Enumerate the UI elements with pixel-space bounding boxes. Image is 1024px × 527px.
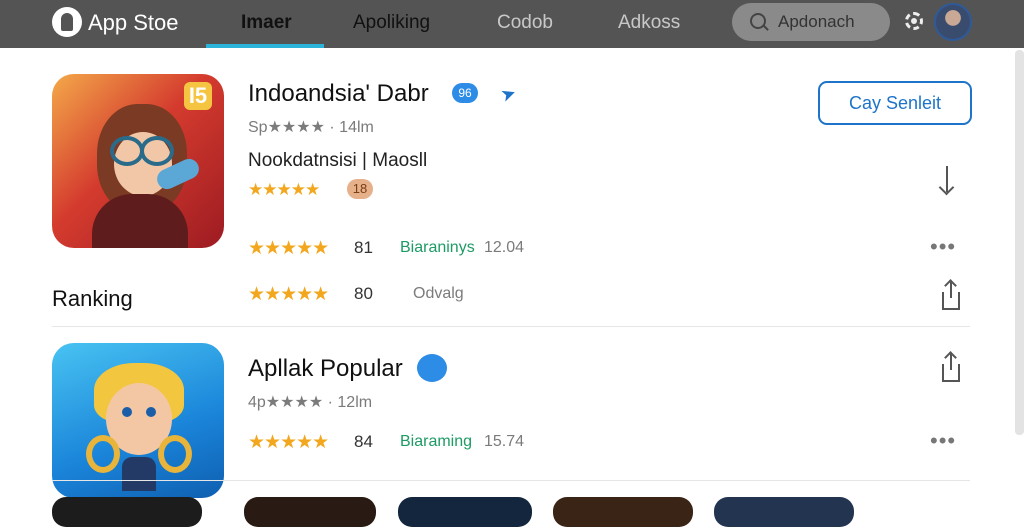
search-field[interactable]: Apdonach (732, 3, 890, 41)
app-meta: 4p★★★★ · 12lm (248, 394, 373, 411)
share-icon[interactable] (942, 354, 960, 382)
search-icon (750, 13, 766, 29)
app-icon-apllak[interactable] (52, 343, 224, 498)
verified-icon: 96 (452, 83, 478, 103)
app-title[interactable]: Indoandsia' Dabr (248, 80, 429, 108)
row-label: Biaraming (400, 433, 473, 450)
get-app-button[interactable]: Cay Senleit (818, 81, 972, 125)
top-navigation-bar: App Stoe Imaer Apoliking Codob Adkoss Ap… (0, 0, 1024, 48)
app-thumbnail[interactable] (244, 497, 376, 527)
app-thumbnail[interactable] (714, 497, 854, 527)
avatar[interactable] (934, 3, 972, 41)
active-tab-indicator (206, 44, 324, 48)
section-title: Ranking (52, 286, 133, 311)
share-icon[interactable] (942, 282, 960, 310)
app-thumbnail[interactable] (553, 497, 693, 527)
brand-title[interactable]: App Stoe (88, 10, 179, 36)
rating-stars: ★★★★★ (248, 180, 320, 199)
more-icon[interactable]: ••• (930, 234, 956, 260)
search-placeholder: Apdonach (778, 12, 855, 31)
row-stars: ★★★★★ (248, 284, 329, 305)
row-score: 81 (354, 238, 373, 257)
cursor-icon: ➤ (497, 82, 519, 107)
tab-codob[interactable]: Codob (497, 12, 553, 34)
app-store-logo-icon[interactable] (52, 7, 82, 37)
more-icon[interactable]: ••• (930, 428, 956, 454)
app-thumbnail[interactable] (52, 497, 202, 527)
tab-apoliking[interactable]: Apoliking (353, 12, 430, 34)
scrollbar[interactable] (1015, 50, 1024, 435)
rating-badge: 18 (347, 179, 373, 199)
app-meta: Sp★★★★ · 14lm (248, 119, 374, 136)
tab-adkoss[interactable]: Adkoss (618, 12, 680, 34)
row-score: 84 (354, 432, 373, 451)
row-score: 80 (354, 284, 373, 303)
tab-imaer[interactable]: Imaer (241, 12, 292, 34)
row-stars: ★★★★★ (248, 238, 329, 259)
app-subtitle: Nookdatnsisi | Maosll (248, 150, 428, 171)
divider (52, 326, 970, 327)
app-icon-indoandsia[interactable]: I5 (52, 74, 224, 248)
row-value: 12.04 (484, 239, 525, 256)
verified-icon (417, 354, 447, 382)
divider (52, 480, 970, 481)
row-stars: ★★★★★ (248, 432, 329, 453)
row-value: 15.74 (484, 433, 525, 450)
app-title[interactable]: Apllak Popular (248, 355, 403, 383)
app-thumbnail[interactable] (398, 497, 532, 527)
row-label: Biaraninys (400, 239, 475, 256)
row-label: Odvalg (413, 285, 464, 302)
download-icon[interactable] (946, 166, 948, 192)
gear-icon[interactable] (905, 12, 923, 30)
